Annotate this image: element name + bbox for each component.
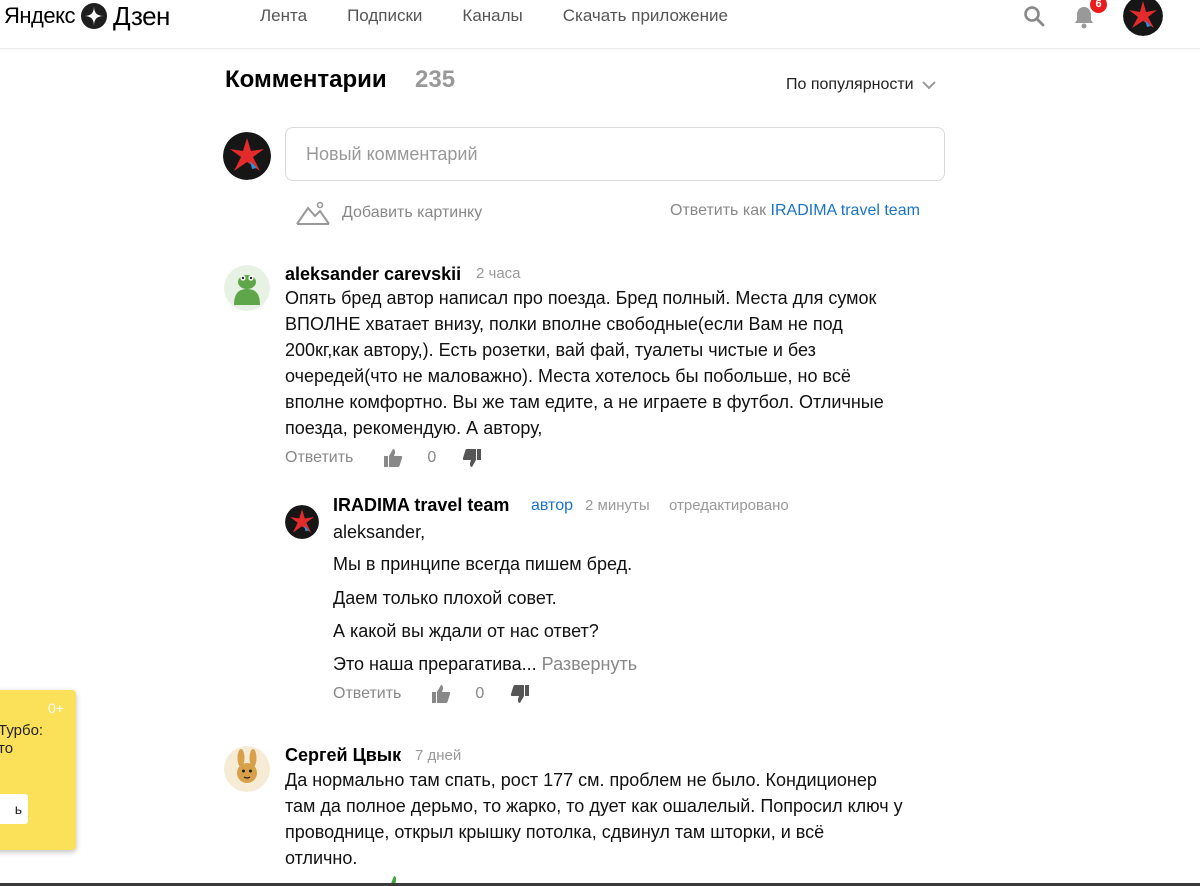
turbo-text-line: то — [0, 740, 14, 757]
expand-link[interactable]: Развернуть — [542, 654, 637, 674]
like-count: 0 — [475, 685, 485, 702]
nav-subscriptions[interactable]: Подписки — [347, 6, 422, 26]
comment-line: Да нормально там спать, рост 177 см. про… — [285, 770, 877, 790]
comment-line: ВПОЛНЕ хватает внизу, полки вполне свобо… — [285, 314, 843, 334]
logo-yandex-text: Яндекс — [4, 3, 75, 28]
turbo-popup: 0+ Турбо: то ь — [0, 690, 76, 850]
comment-actions: Ответить 0 — [333, 684, 530, 704]
chevron-down-icon — [921, 80, 936, 89]
author-badge: автор — [531, 497, 573, 514]
comments-count: 235 — [415, 66, 456, 93]
logo-dzen-text: Дзен — [112, 0, 170, 31]
comment-line: Опять бред автор написал про поезда. Бре… — [285, 288, 877, 308]
comment-author[interactable]: aleksander carevskii — [285, 264, 461, 285]
comment-line: 200кг,как автору,). Есть розетки, вай фа… — [285, 340, 816, 360]
comment-line: проводнице, открыл крышку потолка, сдвин… — [285, 822, 825, 842]
comment-time: 2 минуты — [585, 497, 650, 514]
avatar[interactable] — [285, 505, 319, 539]
thumbs-down-icon[interactable] — [510, 684, 530, 704]
comment-paragraph: aleksander, — [333, 522, 426, 542]
sort-label: По популярности — [786, 76, 914, 93]
comment-time: 2 часа — [476, 265, 521, 282]
comment-truncated-text: Это наша прерагатива... — [333, 654, 537, 674]
top-header: Яндекс Дзен Лента Подписки Каналы Скачат… — [0, 0, 1200, 49]
avatar[interactable] — [224, 746, 270, 792]
comment-line: поезда, рекомендую. А автору, — [285, 418, 543, 438]
comments-title: Комментарии — [225, 66, 387, 93]
comment-line: вполне комфортно. Вы же там едите, а не … — [285, 392, 884, 412]
thumbs-up-icon[interactable] — [383, 448, 403, 468]
comment-text: Опять бред автор написал про поезда. Бре… — [285, 285, 965, 441]
edited-label: отредактировано — [669, 497, 789, 514]
thumbs-down-icon[interactable] — [462, 448, 482, 468]
comment-author[interactable]: Сергей Цвык — [285, 745, 401, 766]
comment-paragraph: Даем только плохой совет. — [333, 588, 557, 608]
main-nav: Лента Подписки Каналы Скачать приложение — [260, 6, 768, 26]
new-comment-input[interactable] — [285, 127, 945, 181]
yandex-zen-logo[interactable]: Яндекс Дзен — [0, 0, 170, 31]
like-count: 0 — [427, 449, 437, 466]
my-avatar — [223, 132, 271, 180]
zen-logo-icon — [80, 3, 107, 29]
user-avatar[interactable] — [1123, 0, 1163, 36]
comment-paragraph: Мы в принципе всегда пишем бред. — [333, 554, 633, 574]
comment-line: там да полное дерьмо, то жарко, то дует … — [285, 796, 903, 816]
reply-as-name-link[interactable]: IRADIMA travel team — [771, 202, 920, 219]
turbo-text-line: Турбо: — [0, 722, 44, 739]
add-picture-button[interactable]: Добавить картинку — [296, 200, 482, 226]
reply-as: Ответить как IRADIMA travel team — [670, 202, 920, 220]
add-picture-label: Добавить картинку — [342, 204, 483, 221]
nav-channels[interactable]: Каналы — [462, 6, 522, 26]
reply-button[interactable]: Ответить — [285, 449, 353, 467]
comment-paragraph: А какой вы ждали от нас ответ? — [333, 621, 599, 641]
comment-line: очередей(что не маловажно). Места хотело… — [285, 366, 851, 386]
turbo-popup-button[interactable]: ь — [0, 794, 28, 824]
comment-actions: Ответить 0 — [285, 448, 482, 468]
reply-as-prefix: Ответить как — [670, 202, 767, 219]
avatar[interactable] — [224, 265, 270, 311]
comment-author[interactable]: IRADIMA travel team — [333, 495, 509, 516]
search-icon[interactable] — [1023, 5, 1045, 27]
thumbs-up-icon[interactable] — [431, 684, 451, 704]
nav-feed[interactable]: Лента — [260, 6, 307, 26]
nav-download-app[interactable]: Скачать приложение — [563, 6, 728, 26]
reply-button[interactable]: Ответить — [333, 685, 401, 703]
comment-text: Да нормально там спать, рост 177 см. про… — [285, 767, 985, 871]
age-rating: 0+ — [48, 700, 64, 716]
sort-dropdown[interactable]: По популярности — [786, 76, 936, 94]
comment-time: 7 дней — [415, 747, 462, 764]
image-icon — [296, 201, 330, 225]
comment-paragraph-last: Это наша прерагатива... Развернуть — [333, 654, 637, 675]
notification-badge: 6 — [1089, 0, 1108, 14]
comment-line: отлично. — [285, 848, 358, 868]
